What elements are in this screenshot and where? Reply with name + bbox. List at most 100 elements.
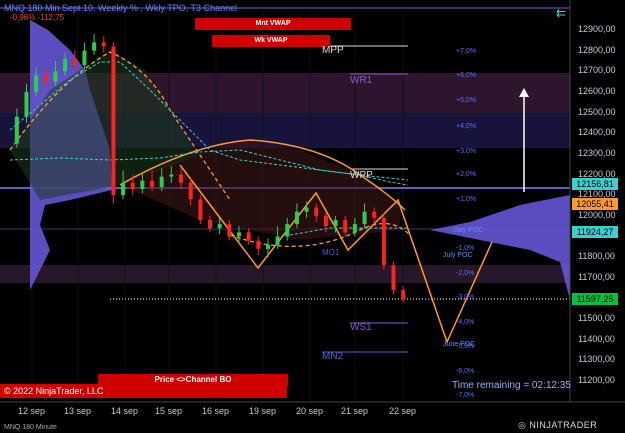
candle-body [150, 180, 155, 187]
mpoc-label: May POC [453, 227, 484, 234]
candle-body [63, 58, 68, 72]
percent-tick-label: -1,0% [456, 245, 475, 252]
candle-body [236, 232, 241, 237]
candle-body [372, 211, 377, 218]
candle-body [111, 46, 116, 196]
price-tick-label: 11200,00 [578, 375, 615, 385]
percent-tick-label: +3,0% [456, 148, 477, 155]
chart-title: MNQ 180 Min Sept 10, Weekly % , Wkly TPO… [4, 3, 238, 13]
percent-tick-label: +7,0% [456, 48, 477, 55]
candle-body [352, 224, 357, 233]
candle-body [294, 211, 299, 225]
price-tick-label: 12400,00 [578, 127, 616, 138]
price-tick-label: 11400,00 [578, 333, 615, 344]
candle-body [169, 174, 174, 177]
instrument-footer: MNQ 180 Minute [4, 424, 57, 431]
price-tick-label: 12600,00 [578, 85, 616, 96]
date-tick-label: 16 sep [202, 406, 230, 416]
percent-tick-label: -7,0% [456, 392, 475, 399]
candle-body [130, 182, 135, 189]
zone-lower [0, 265, 570, 283]
candle-body [256, 240, 261, 249]
date-tick-label: 14 sep [111, 406, 139, 416]
date-tick-label: 22 sep [389, 406, 417, 416]
date-tick-label: 12 sep [18, 406, 46, 416]
candle-body [265, 244, 270, 249]
candle-body [53, 71, 58, 82]
change-readout: -0,96% -112,75 [10, 13, 65, 22]
ws1-label: WS1 [350, 322, 372, 333]
percent-tick-label: -4,0% [456, 319, 475, 326]
candle-body [333, 219, 338, 227]
price-tick-label: 11800,00 [578, 251, 615, 262]
wpp-label: WPP [350, 170, 373, 181]
candle-body [227, 224, 232, 237]
candle-body [34, 75, 39, 92]
copyright-bar: © 2022 NinjaTrader, LLC [0, 384, 287, 398]
percent-tick-label: -6,0% [456, 368, 475, 375]
percent-tick-label: +1,0% [456, 196, 477, 203]
price-tick-label: 11700,00 [578, 271, 615, 282]
candle-body [275, 236, 280, 245]
candle-body [140, 180, 145, 189]
candle-body [314, 207, 319, 216]
candle-body [159, 176, 164, 187]
mo1-label: MO1 [322, 248, 340, 257]
candle-body [101, 42, 106, 47]
candle-body [381, 217, 386, 266]
date-tick-label: 21 sep [341, 406, 369, 416]
candle-body [43, 75, 48, 82]
date-tick-label: 13 sep [64, 406, 92, 416]
candle-body [217, 224, 222, 229]
date-tick-label: 19 sep [249, 406, 277, 416]
percent-tick-label: -5,0% [456, 343, 475, 350]
candle-body [285, 224, 290, 237]
candle-body [14, 116, 19, 144]
price-badge-11924: 11924,27 [572, 226, 618, 238]
time-remaining: Time remaining = 02:12:35 [452, 380, 571, 391]
candle-body [188, 182, 193, 200]
candle-body [362, 211, 367, 225]
price-tick-label: 12900,00 [578, 24, 616, 34]
price-badge-12156: 12156,81 [572, 178, 618, 190]
price-tick-label: 12800,00 [578, 44, 616, 55]
mnt-vwap-label: Mnt VWAP [195, 18, 351, 30]
mpp-label: MPP [322, 45, 344, 56]
price-badge-11597: 11597,25 [572, 293, 618, 305]
date-tick-label: 20 sep [296, 406, 324, 416]
candle-body [92, 42, 97, 51]
price-chart[interactable] [0, 0, 625, 433]
percent-tick-label: +6,0% [456, 72, 477, 79]
mn2-label: MN2 [322, 351, 344, 362]
candle-body [391, 265, 396, 291]
price-tick-label: 11500,00 [578, 313, 615, 324]
price-tick-label: 11300,00 [578, 354, 615, 365]
percent-tick-label: -2,0% [456, 270, 475, 277]
july-poc-label: July POC [443, 252, 473, 259]
candle-body [208, 219, 212, 229]
chart-window: MNQ 180 Min Sept 10, Weekly % , Wkly TPO… [0, 0, 625, 433]
wk-vwap-label: Wk VWAP [212, 35, 330, 47]
price-badge-12055: 12055,41 [572, 198, 618, 210]
candle-body [72, 58, 77, 66]
price-tick-label: 12700,00 [578, 65, 616, 76]
back-arrow-icon[interactable]: ⇇ [556, 6, 566, 20]
candle-body [179, 174, 184, 183]
candle-body [246, 232, 251, 241]
candle-body [121, 182, 126, 196]
candle-body [304, 207, 309, 212]
candle-body [401, 290, 406, 300]
percent-tick-label: +4,0% [456, 123, 477, 130]
candle-body [343, 219, 348, 233]
candle-body [323, 215, 328, 227]
volume-profile-right [430, 195, 570, 300]
price-tick-label: 12300,00 [578, 147, 616, 158]
date-tick-label: 15 sep [155, 406, 183, 416]
ninjatrader-logo: ◎ NINJATRADER [518, 420, 598, 430]
price-tick-label: 12500,00 [578, 106, 616, 117]
candle-body [24, 91, 29, 117]
price-tick-label: 12000,00 [578, 209, 616, 220]
percent-tick-label: -3,0% [456, 294, 475, 301]
percent-tick-label: +5,0% [456, 97, 477, 104]
wr1-label: WR1 [350, 75, 373, 86]
